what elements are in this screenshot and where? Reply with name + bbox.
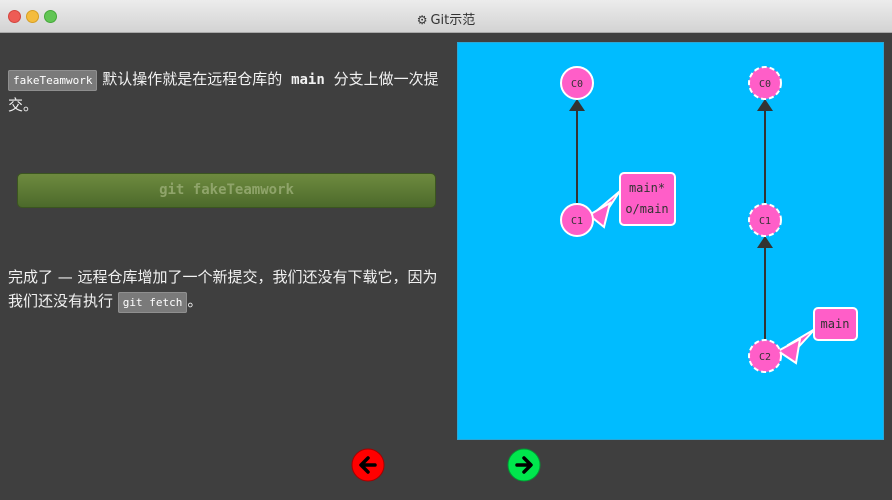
remote-branch-label[interactable]: main (813, 307, 858, 341)
git-graph-canvas: C0 C1 main* o/main C0 C1 C2 main (457, 42, 884, 440)
window-titlebar: ⚙ Git示范 (0, 0, 892, 33)
git-graph-svg: C0 C1 main* o/main C0 C1 C2 main (560, 66, 858, 373)
branch-main-star: main* (629, 181, 665, 195)
inline-bold-main: main (291, 72, 325, 88)
local-branch-label[interactable]: main* o/main (619, 172, 676, 226)
window-title-text: Git示范 (430, 13, 476, 28)
para1-text-a: 默认操作就是在远程仓库的 (102, 70, 283, 88)
run-command-button[interactable]: git fakeTeamwork (17, 173, 436, 208)
forward-button[interactable] (507, 448, 541, 482)
remote-commit-c1[interactable]: C1 (748, 203, 782, 237)
para2-text-a: 完成了 — 远程仓库增加了一个新提交，我们还没有下载它，因为我们还没有执行 (8, 268, 438, 310)
branch-pointer-main-remote (776, 328, 816, 365)
remote-commit-c0-label: C0 (759, 79, 771, 90)
arrow-left-icon (351, 448, 385, 482)
inline-code-git-fetch: git fetch (117, 292, 188, 313)
remote-edge-c2-c1 (757, 236, 773, 339)
local-commit-c1-label: C1 (571, 216, 583, 227)
branch-o-main: o/main (625, 202, 668, 216)
inline-code-fake-teamwork: fakeTeamwork (8, 70, 98, 91)
remote-commit-c1-label: C1 (759, 216, 771, 227)
remote-branch-main: main (821, 317, 850, 331)
local-commit-c0-label: C0 (571, 79, 583, 90)
window-title: ⚙ Git示范 (0, 9, 892, 28)
local-commit-c1[interactable]: C1 (560, 203, 594, 237)
remote-commit-c0[interactable]: C0 (748, 66, 782, 100)
gear-icon: ⚙ (416, 13, 428, 27)
para2-text-b: 。 (187, 292, 203, 310)
remote-commit-c2-label: C2 (759, 352, 771, 363)
arrow-right-icon (507, 448, 541, 482)
local-edge-c1-c0 (569, 99, 585, 203)
remote-edge-c1-c0 (757, 99, 773, 203)
remote-commit-c2[interactable]: C2 (748, 339, 782, 373)
back-button[interactable] (351, 448, 385, 482)
lesson-paragraph-1: fakeTeamwork 默认操作就是在远程仓库的 main 分支上做一次提交。 (8, 67, 440, 117)
local-commit-c0[interactable]: C0 (560, 66, 594, 100)
lesson-paragraph-2: 完成了 — 远程仓库增加了一个新提交，我们还没有下载它，因为我们还没有执行 gi… (8, 265, 440, 315)
